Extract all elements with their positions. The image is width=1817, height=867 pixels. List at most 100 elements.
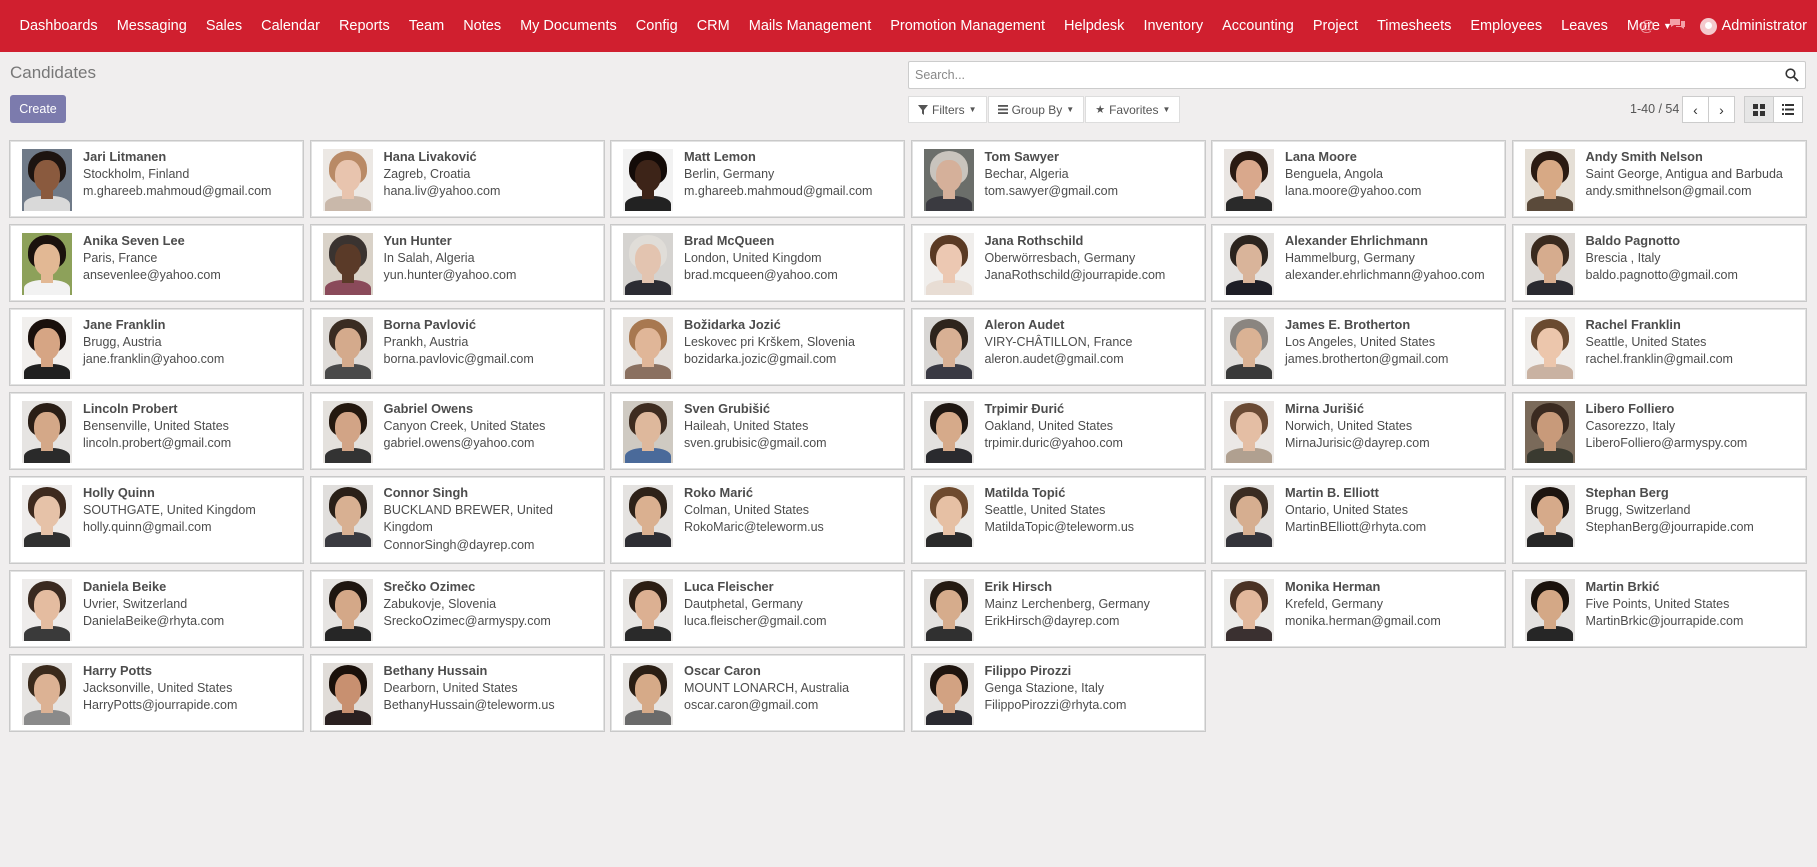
menu-item-crm[interactable]: CRM xyxy=(687,0,739,52)
candidate-card[interactable]: Filippo Pirozzi Genga Stazione, Italy Fili… xyxy=(910,654,1206,732)
candidate-card[interactable]: Jane Franklin Brugg, Austria jane.franklin… xyxy=(9,308,304,386)
favorites-button[interactable]: ★ Favorites ▼ xyxy=(1085,96,1181,123)
candidate-card[interactable]: Hana Livaković Zagreb, Croatia hana.liv@ya… xyxy=(309,140,605,218)
candidate-card[interactable]: Mirna Jurišić Norwich, United States Mirna… xyxy=(1211,392,1506,470)
candidate-card[interactable]: Martin B. Elliott Ontario, United States M… xyxy=(1211,476,1506,564)
candidate-card[interactable]: Roko Marić Colman, United States RokoMaric… xyxy=(610,476,905,564)
menu-item-inventory[interactable]: Inventory xyxy=(1134,0,1213,52)
menu-item-label: Sales xyxy=(205,18,243,34)
candidate-info: Daniela Beike Uvrier, Switzerland DanielaB… xyxy=(83,578,224,642)
menu-item-employees[interactable]: Employees xyxy=(1461,0,1552,52)
candidate-card[interactable]: Bethany Hussain Dearborn, United States Be… xyxy=(309,654,605,732)
candidate-card[interactable]: Gabriel Owens Canyon Creek, United States… xyxy=(309,392,605,470)
groupby-button[interactable]: Group By ▼ xyxy=(987,96,1085,123)
menu-item-calendar[interactable]: Calendar xyxy=(252,0,330,52)
candidate-card[interactable]: Harry Potts Jacksonville, United States Ha… xyxy=(9,654,304,732)
menu-item-config[interactable]: Config xyxy=(626,0,687,52)
candidate-email: m.ghareeb.mahmoud@gmail.com xyxy=(684,184,873,198)
candidate-card[interactable]: Baldo Pagnotto Brescia , Italy baldo.pagno… xyxy=(1511,224,1807,302)
menu-item-helpdesk[interactable]: Helpdesk xyxy=(1054,0,1133,52)
candidate-card[interactable]: Lincoln Probert Bensenville, United State… xyxy=(9,392,304,470)
candidate-card[interactable]: Daniela Beike Uvrier, Switzerland DanielaB… xyxy=(9,570,304,648)
user-menu[interactable]: Administrator xyxy=(1699,17,1807,35)
candidate-card[interactable]: Božidarka Jozić Leskovec pri Krškem, Slov… xyxy=(610,308,905,386)
menu-item-dashboards[interactable]: Dashboards xyxy=(10,0,107,52)
candidate-card[interactable]: Rachel Franklin Seattle, United States rac… xyxy=(1511,308,1807,386)
create-button[interactable]: Create xyxy=(10,95,66,123)
candidate-info: James E. Brotherton Los Angeles, United S… xyxy=(1285,316,1448,380)
candidate-card[interactable]: James E. Brotherton Los Angeles, United S… xyxy=(1211,308,1506,386)
menu-item-sales[interactable]: Sales xyxy=(196,0,251,52)
user-name: Administrator xyxy=(1721,18,1807,34)
candidate-name: Roko Marić xyxy=(684,485,753,500)
candidate-card[interactable]: Oscar Caron MOUNT LONARCH, Australia oscar… xyxy=(610,654,905,732)
menu-item-project[interactable]: Project xyxy=(1303,0,1367,52)
menu-item-timesheets[interactable]: Timesheets xyxy=(1367,0,1460,52)
candidate-card[interactable]: Sven Grubišić Haileah, United States sven.… xyxy=(610,392,905,470)
candidate-name: Aleron Audet xyxy=(984,317,1065,332)
candidate-card[interactable]: Trpimir Đurić Oakland, United States trpim… xyxy=(910,392,1206,470)
candidate-name: Anika Seven Lee xyxy=(83,233,185,248)
candidate-name: Luca Fleischer xyxy=(684,579,774,594)
menu-item-messaging[interactable]: Messaging xyxy=(107,0,196,52)
pager-next-button[interactable]: › xyxy=(1708,96,1735,123)
candidate-email: oscar.caron@gmail.com xyxy=(684,698,819,712)
menu-item-my-documents[interactable]: My Documents xyxy=(511,0,627,52)
candidate-card[interactable]: Erik Hirsch Mainz Lerchenberg, Germany Eri… xyxy=(910,570,1206,648)
candidate-card[interactable]: Yun Hunter In Salah, Algeria yun.hunter@ya… xyxy=(309,224,605,302)
filters-label: Filters xyxy=(932,102,965,117)
chat-icon[interactable] xyxy=(1669,17,1686,36)
candidate-card[interactable]: Aleron Audet VIRY-CHÂTILLON, France aleron… xyxy=(910,308,1206,386)
candidate-card[interactable]: Matilda Topić Seattle, United States Matil… xyxy=(910,476,1206,564)
candidate-email: StephanBerg@jourrapide.com xyxy=(1585,520,1754,534)
candidate-card[interactable]: Stephan Berg Brugg, Switzerland StephanBer… xyxy=(1511,476,1807,564)
candidate-card[interactable]: Connor Singh BUCKLAND BREWER, United King… xyxy=(309,476,605,564)
pager-previous-button[interactable]: ‹ xyxy=(1682,96,1709,123)
candidate-info: Roko Marić Colman, United States RokoMaric… xyxy=(684,484,824,558)
candidate-email: rachel.franklin@gmail.com xyxy=(1585,352,1733,366)
candidate-card[interactable]: Andy Smith Nelson Saint George, Antigua a… xyxy=(1511,140,1807,218)
candidate-card[interactable]: Srečko Ozimec Zabukovje, Slovenia SreckoOz… xyxy=(309,570,605,648)
candidate-info: Matt Lemon Berlin, Germany m.ghareeb.mahmo… xyxy=(684,148,872,212)
candidate-card[interactable]: Alexander Ehrlichmann Hammelburg, Germany… xyxy=(1211,224,1506,302)
candidate-card[interactable]: Holly Quinn SOUTHGATE, United Kingdom holl… xyxy=(9,476,304,564)
candidate-name: Baldo Pagnotto xyxy=(1585,233,1681,248)
search-input[interactable] xyxy=(909,62,1769,88)
candidate-photo xyxy=(1224,149,1274,211)
menu-item-promotion-management[interactable]: Promotion Management xyxy=(881,0,1055,52)
menu-item-label: Employees xyxy=(1470,18,1543,34)
candidate-card[interactable]: Luca Fleischer Dautphetal, Germany luca.fl… xyxy=(610,570,905,648)
candidate-info: Monika Herman Krefeld, Germany monika.herm… xyxy=(1285,578,1441,642)
candidate-card[interactable]: Matt Lemon Berlin, Germany m.ghareeb.mahmo… xyxy=(610,140,905,218)
candidate-email: baldo.pagnotto@gmail.com xyxy=(1585,268,1738,282)
candidate-name: Bethany Hussain xyxy=(383,663,488,678)
candidate-email: ConnorSingh@dayrep.com xyxy=(383,537,535,552)
menu-item-mails-management[interactable]: Mails Management xyxy=(739,0,881,52)
candidate-info: Matilda Topić Seattle, United States Matil… xyxy=(985,484,1135,558)
search-icon[interactable] xyxy=(1785,68,1799,82)
view-switcher xyxy=(1744,96,1803,123)
candidate-card[interactable]: Monika Herman Krefeld, Germany monika.herm… xyxy=(1211,570,1506,648)
kanban-view-button[interactable] xyxy=(1744,96,1774,123)
menu-item-reports[interactable]: Reports xyxy=(329,0,399,52)
candidate-card[interactable]: Tom Sawyer Bechar, Algeria tom.sawyer@gmai… xyxy=(910,140,1206,218)
candidate-card[interactable]: Jana Rothschild Oberwörresbach, Germany Ja… xyxy=(910,224,1206,302)
menu-item-leaves[interactable]: Leaves xyxy=(1552,0,1618,52)
candidate-card[interactable]: Brad McQueen London, United Kingdom brad.m… xyxy=(610,224,905,302)
menu-item-team[interactable]: Team xyxy=(399,0,453,52)
candidate-name: Yun Hunter xyxy=(383,233,452,248)
filters-button[interactable]: Filters ▼ xyxy=(908,96,987,123)
candidate-card[interactable]: Jari Litmanen Stockholm, Finland m.ghareeb… xyxy=(9,140,304,218)
at-icon[interactable]: @ xyxy=(1639,18,1654,35)
candidate-card[interactable]: Martin Brkić Five Points, United States Ma… xyxy=(1511,570,1807,648)
candidate-card[interactable]: Borna Pavlović Prankh, Austria borna.pavlo… xyxy=(309,308,605,386)
candidate-card[interactable]: Lana Moore Benguela, Angola lana.moore@yah… xyxy=(1211,140,1506,218)
menu-item-notes[interactable]: Notes xyxy=(454,0,511,52)
list-view-button[interactable] xyxy=(1773,96,1803,123)
search-options: Filters ▼ Group By ▼ ★ Favorites ▼ xyxy=(908,96,1181,123)
candidate-card[interactable]: Libero Folliero Casorezzo, Italy LiberoFol… xyxy=(1511,392,1807,470)
candidate-card[interactable]: Anika Seven Lee Paris, France ansevenlee@y… xyxy=(9,224,304,302)
pager-value[interactable]: 1-40 / 54 xyxy=(1630,102,1679,116)
menu-item-accounting[interactable]: Accounting xyxy=(1213,0,1304,52)
candidate-location: Dautphetal, Germany xyxy=(684,596,803,611)
